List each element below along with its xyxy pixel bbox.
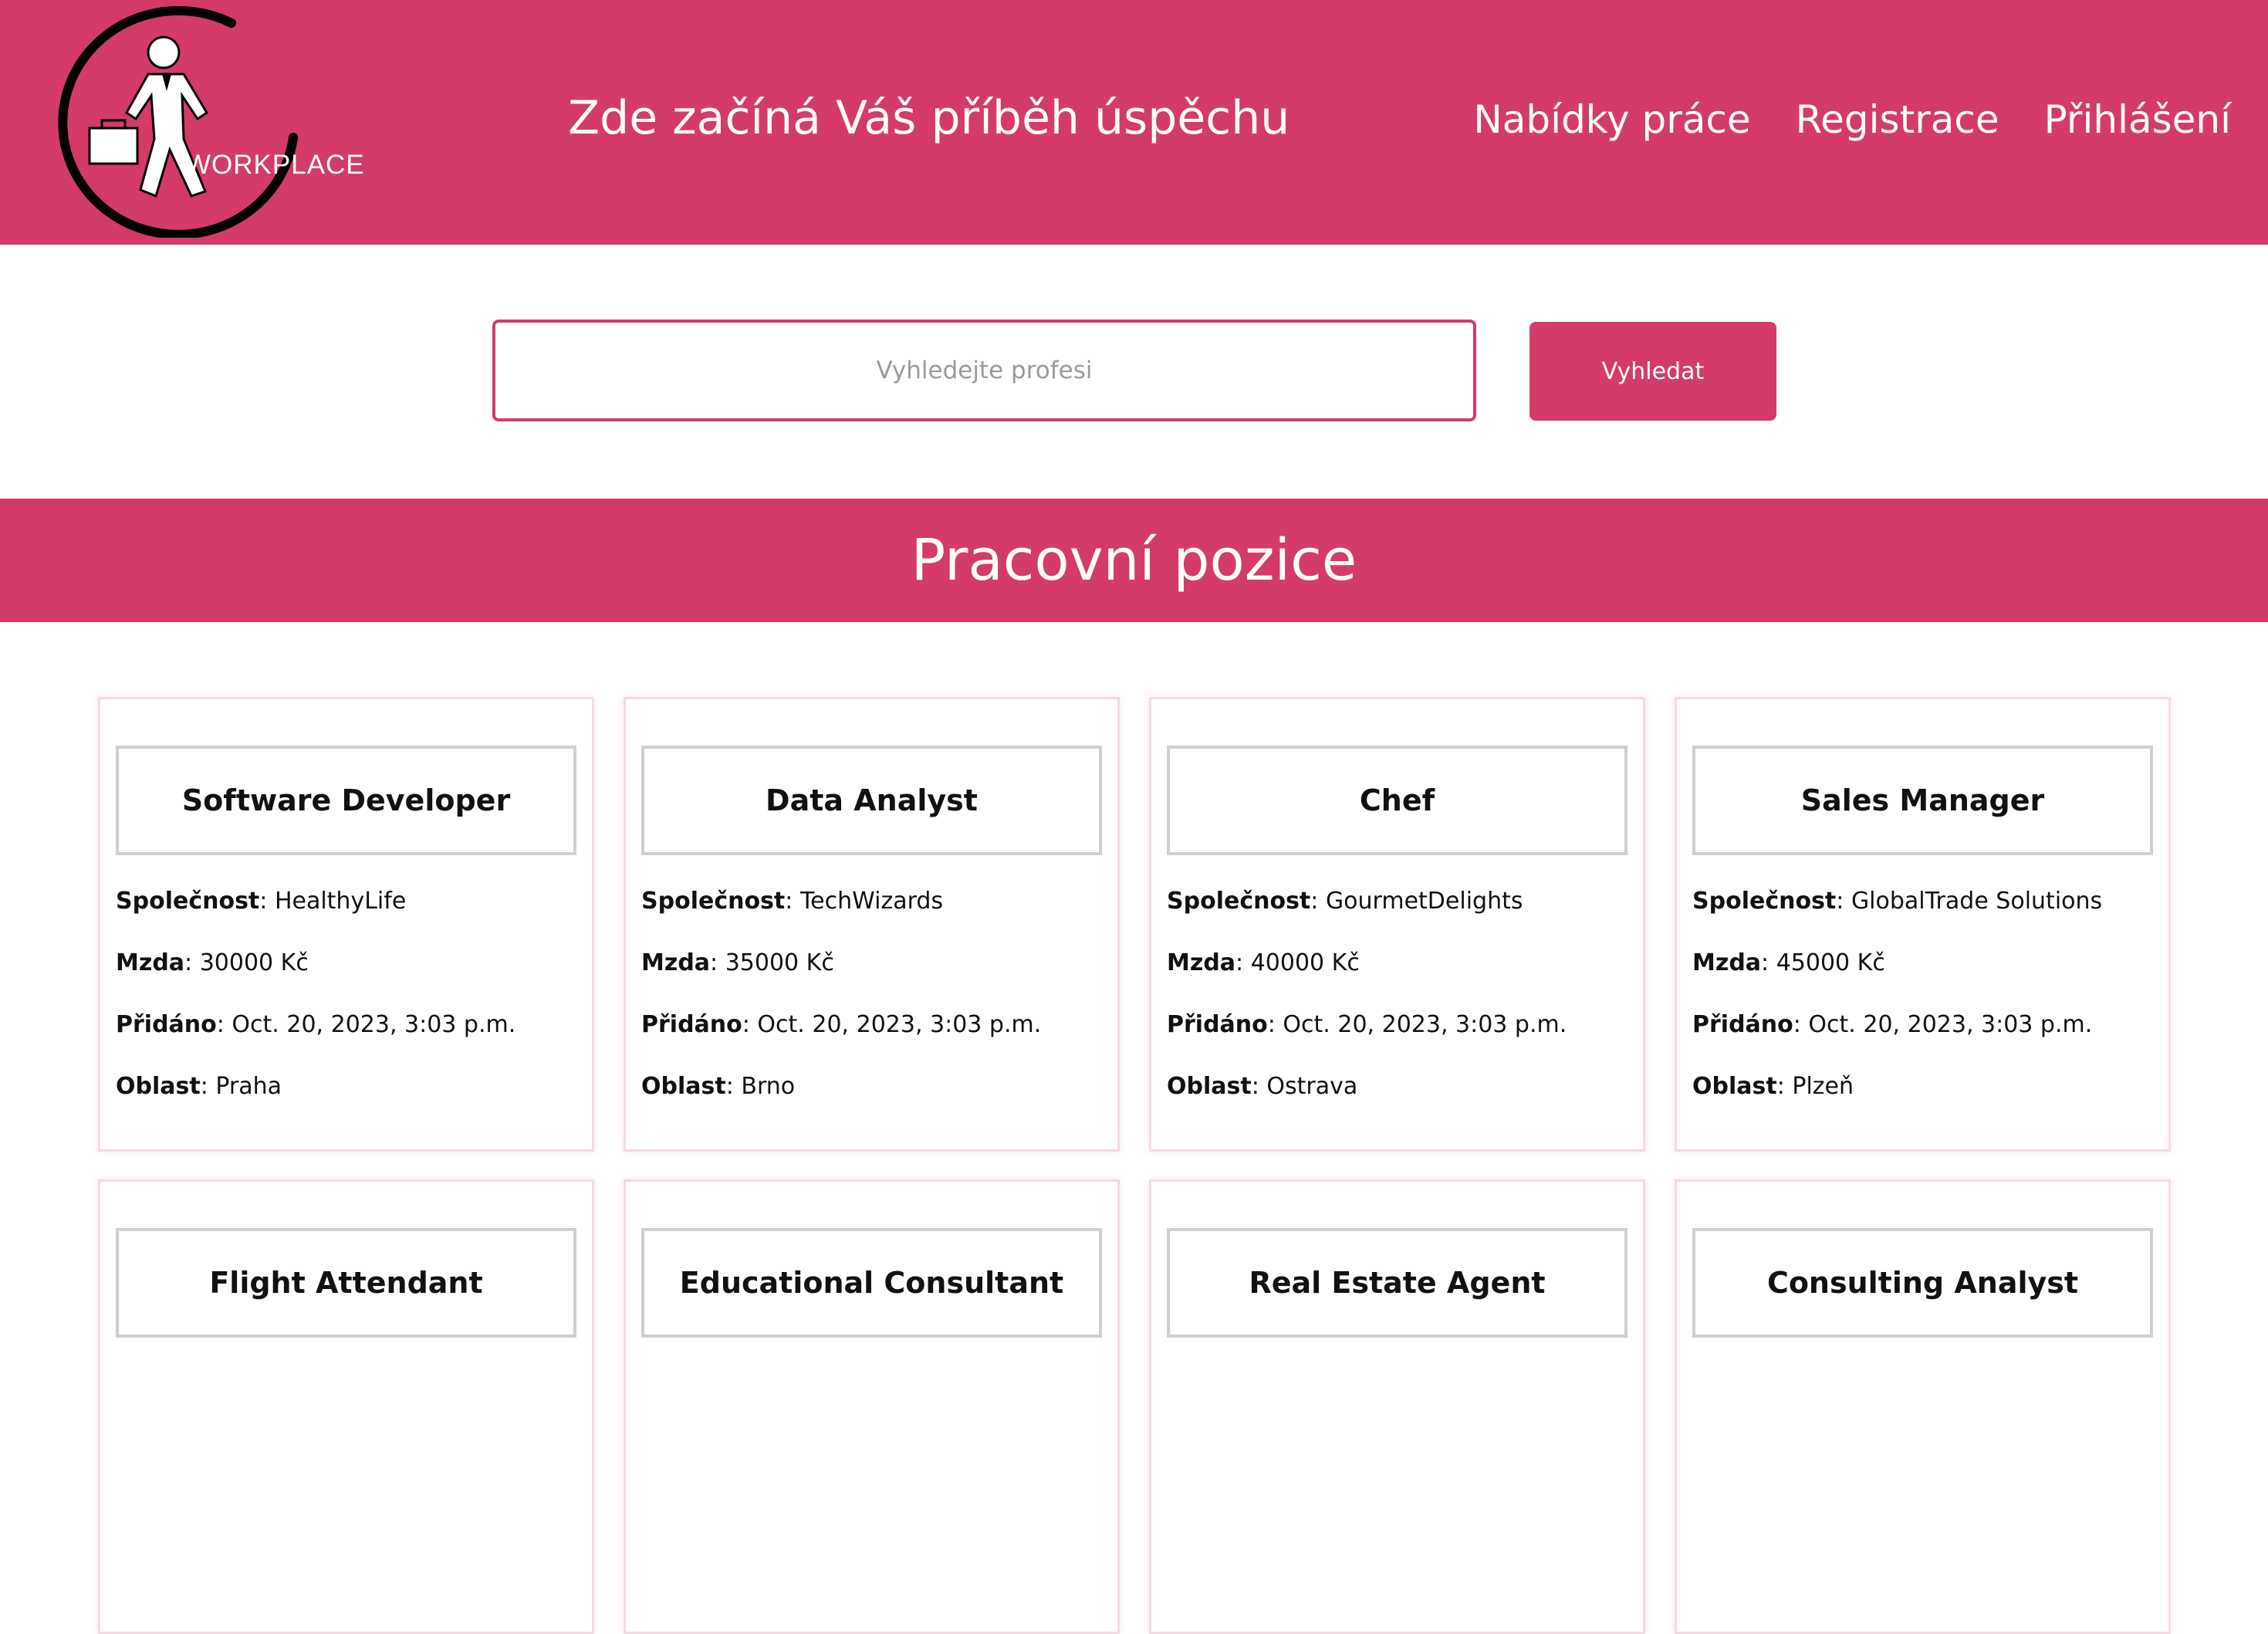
job-company: Společnost: GourmetDelights [1167,888,1523,915]
company-label: Společnost [1167,888,1311,915]
region-value: Ostrava [1266,1073,1358,1100]
job-region: Oblast: Brno [641,1073,796,1100]
added-label: Přidáno [1692,1011,1793,1038]
job-title-box: Software Developer [116,746,576,855]
job-title-box: Chef [1167,746,1627,855]
job-company: Společnost: HealthyLife [116,888,407,915]
region-value: Praha [215,1073,282,1100]
job-salary: Mzda: 40000 Kč [1167,949,1360,976]
section-title: Pracovní pozice [911,527,1357,594]
job-card[interactable]: Software Developer Společnost: HealthyLi… [98,697,594,1152]
salary-value: 35000 Kč [725,949,834,976]
added-value: Oct. 20, 2023, 3:03 p.m. [1808,1011,2093,1038]
job-card[interactable]: Consulting Analyst [1675,1179,2171,1634]
job-title-box: Real Estate Agent [1167,1228,1627,1338]
salary-label: Mzda [641,949,711,976]
job-added: Přidáno: Oct. 20, 2023, 3:03 p.m. [641,1011,1042,1038]
main-nav: Nabídky práce Registrace Přihlášení [1473,97,2231,142]
company-value: HealthyLife [274,888,407,915]
added-value: Oct. 20, 2023, 3:03 p.m. [757,1011,1042,1038]
job-region: Oblast: Praha [116,1073,282,1100]
job-title-box: Sales Manager [1692,746,2153,855]
job-company: Společnost: GlobalTrade Solutions [1692,888,2103,915]
job-grid: Software Developer Společnost: HealthyLi… [98,697,2171,1634]
job-added: Přidáno: Oct. 20, 2023, 3:03 p.m. [116,1011,516,1038]
region-value: Plzeň [1792,1073,1854,1100]
region-value: Brno [741,1073,796,1100]
added-label: Přidáno [1167,1011,1268,1038]
job-added: Přidáno: Oct. 20, 2023, 3:03 p.m. [1692,1011,2093,1038]
added-value: Oct. 20, 2023, 3:03 p.m. [232,1011,516,1038]
nav-registration[interactable]: Registrace [1796,97,1999,142]
nav-login[interactable]: Přihlášení [2044,97,2231,142]
job-region: Oblast: Plzeň [1692,1073,1854,1100]
job-card[interactable]: Educational Consultant [624,1179,1120,1634]
job-title[interactable]: Real Estate Agent [1249,1266,1545,1300]
job-salary: Mzda: 30000 Kč [116,949,309,976]
search-button[interactable]: Vyhledat [1529,322,1776,421]
added-label: Přidáno [116,1011,217,1038]
job-title-box: Flight Attendant [116,1228,576,1338]
job-title[interactable]: Educational Consultant [680,1266,1063,1300]
company-label: Společnost [641,888,786,915]
search-input[interactable] [492,320,1476,421]
job-title[interactable]: Chef [1360,783,1435,817]
job-card[interactable]: Real Estate Agent [1149,1179,1645,1634]
job-title[interactable]: Consulting Analyst [1767,1266,2078,1300]
walking-businessman-logo-icon [58,5,298,239]
job-region: Oblast: Ostrava [1167,1073,1358,1100]
job-salary: Mzda: 35000 Kč [641,949,834,976]
section-banner: Pracovní pozice [0,499,2268,622]
company-value: GourmetDelights [1325,888,1523,915]
job-title-box: Data Analyst [641,746,1102,855]
job-title[interactable]: Sales Manager [1801,783,2045,817]
job-title[interactable]: Flight Attendant [209,1266,482,1300]
salary-label: Mzda [116,949,185,976]
job-card[interactable]: Flight Attendant [98,1179,594,1634]
tagline: Zde začíná Váš příběh úspěchu [568,91,1290,145]
company-label: Společnost [1692,888,1837,915]
job-title[interactable]: Software Developer [182,783,510,817]
region-label: Oblast [1167,1073,1252,1100]
job-title-box: Consulting Analyst [1692,1228,2153,1338]
salary-value: 45000 Kč [1776,949,1885,976]
company-value: GlobalTrade Solutions [1851,888,2103,915]
job-title-box: Educational Consultant [641,1228,1102,1338]
nav-job-offers[interactable]: Nabídky práce [1473,97,1750,142]
job-card[interactable]: Chef Společnost: GourmetDelights Mzda: 4… [1149,697,1645,1152]
salary-label: Mzda [1692,949,1762,976]
region-label: Oblast [641,1073,726,1100]
workplace-logo[interactable]: WORKPLACE [54,5,378,239]
job-card[interactable]: Sales Manager Společnost: GlobalTrade So… [1675,697,2171,1152]
region-label: Oblast [116,1073,201,1100]
company-label: Společnost [116,888,260,915]
region-label: Oblast [1692,1073,1777,1100]
salary-label: Mzda [1167,949,1236,976]
job-added: Přidáno: Oct. 20, 2023, 3:03 p.m. [1167,1011,1567,1038]
logo-text: WORKPLACE [185,150,365,180]
salary-value: 40000 Kč [1250,949,1360,976]
added-value: Oct. 20, 2023, 3:03 p.m. [1283,1011,1567,1038]
job-company: Společnost: TechWizards [641,888,944,915]
job-card[interactable]: Data Analyst Společnost: TechWizards Mzd… [624,697,1120,1152]
job-title[interactable]: Data Analyst [766,783,978,817]
site-header: WORKPLACE Zde začíná Váš příběh úspěchu … [0,0,2268,245]
company-value: TechWizards [799,888,944,915]
job-salary: Mzda: 45000 Kč [1692,949,1885,976]
added-label: Přidáno [641,1011,742,1038]
salary-value: 30000 Kč [199,949,309,976]
